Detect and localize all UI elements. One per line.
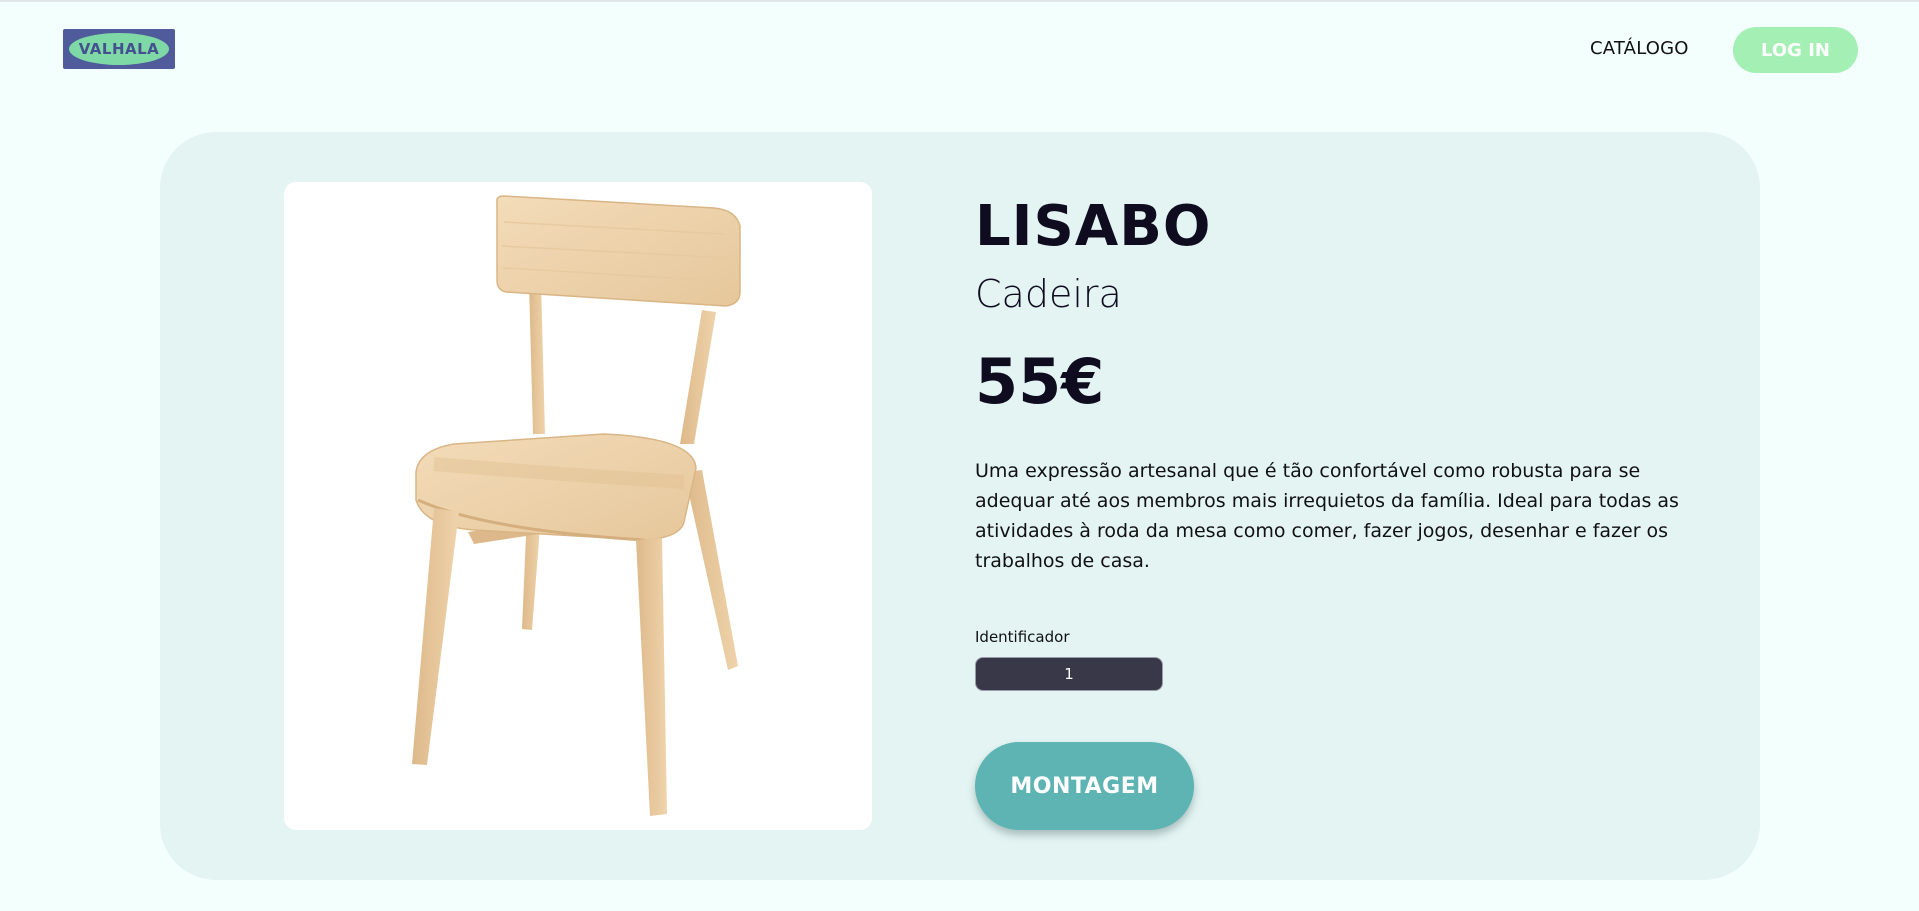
logo-oval: VALHALA [69,33,169,65]
valhala-logo[interactable]: VALHALA [63,29,175,69]
wooden-chair-image [412,195,741,816]
product-image [284,182,872,830]
product-description: Uma expressão artesanal que é tão confor… [975,460,1679,572]
product-card: LISABO Cadeira 55€ Uma expressão artesan… [160,132,1760,880]
product-price: 55€ [975,345,1105,418]
nav-catalog-link[interactable]: CATÁLOGO [1590,38,1689,59]
top-border [0,0,1919,2]
logo-text: VALHALA [78,40,160,58]
login-button[interactable]: LOG IN [1733,27,1858,73]
assembly-button[interactable]: MONTAGEM [975,742,1194,830]
product-name: LISABO [975,194,1212,259]
product-type: Cadeira [975,272,1122,316]
identifier-label: Identificador [975,628,1070,646]
identifier-field[interactable] [975,657,1163,691]
